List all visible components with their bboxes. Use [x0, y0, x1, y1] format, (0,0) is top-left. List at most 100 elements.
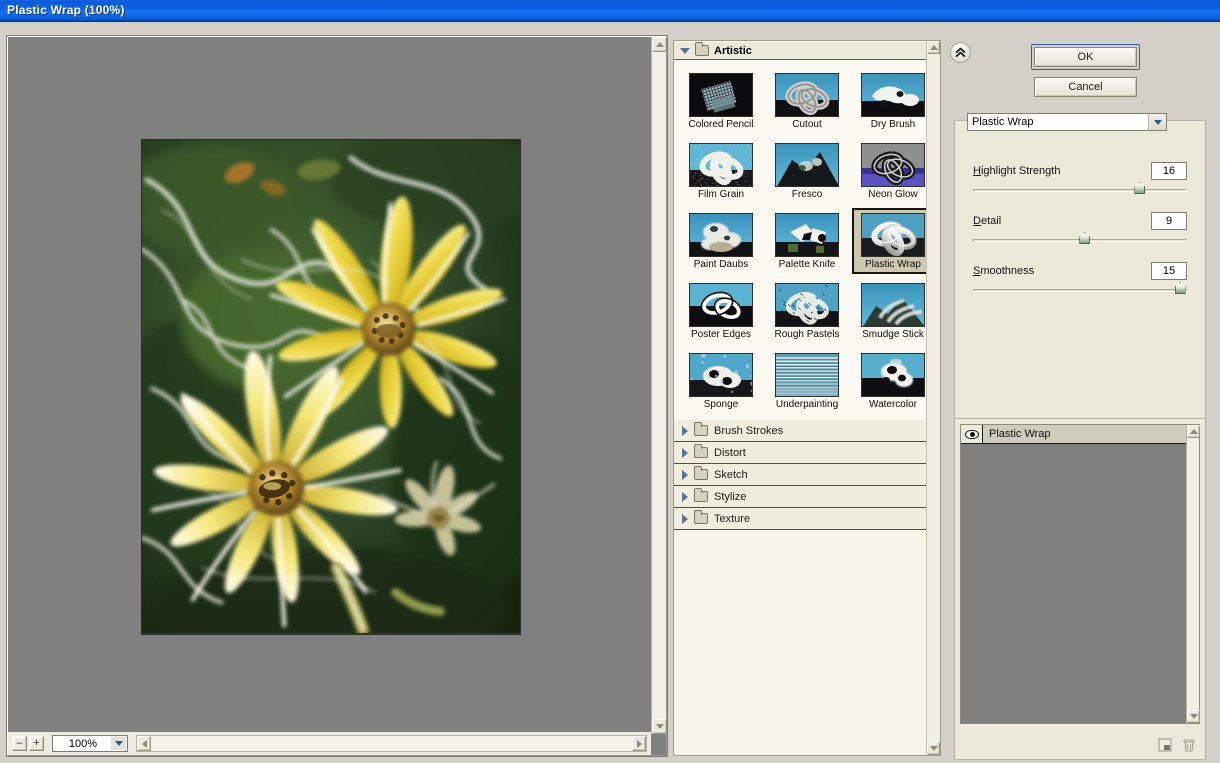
thumb-plastic-wrap-icon	[861, 213, 925, 257]
category-row-sketch[interactable]: Sketch	[674, 464, 926, 486]
zoom-in-button[interactable]: +	[29, 736, 44, 751]
category-row-distort[interactable]: Distort	[674, 442, 926, 464]
filter-thumbnail-colored-pencil[interactable]: Colored Pencil	[680, 68, 762, 134]
filter-thumbnail-paint-daubs[interactable]: Paint Daubs	[680, 208, 762, 274]
thumb-palette-knife-icon	[775, 213, 839, 257]
delete-effect-layer-button[interactable]	[1181, 737, 1197, 753]
filter-thumbnail-label: Palette Knife	[779, 259, 836, 270]
filter-settings-controls: Highlight Strength 16 Detail 9 Smoothness 15	[955, 147, 1205, 439]
zoom-level-combobox[interactable]: 100%	[52, 735, 128, 752]
thumb-watercolor-icon	[861, 353, 925, 397]
filter-thumbnail-sponge[interactable]: Sponge	[680, 348, 762, 414]
gallery-vertical-scrollbar[interactable]	[926, 41, 940, 755]
preview-scroll-down-button[interactable]	[652, 719, 667, 734]
triangle-right-icon	[682, 448, 688, 458]
preview-vertical-scrollbar[interactable]	[651, 37, 666, 734]
filter-thumbnail-film-grain[interactable]: Film Grain	[680, 138, 762, 204]
zoom-dropdown-button[interactable]	[111, 737, 126, 750]
filter-thumbnail-plastic-wrap[interactable]: Plastic Wrap	[852, 208, 926, 274]
triangle-right-icon	[682, 426, 688, 436]
filter-selector-value: Plastic Wrap	[968, 116, 1148, 128]
preview-scroll-left-button[interactable]	[137, 736, 151, 751]
control-label-detail: Detail	[973, 215, 1001, 227]
arrow-down-icon	[656, 724, 664, 729]
layer-visibility-toggle[interactable]	[961, 425, 983, 443]
slider-knob-smoothness[interactable]	[1175, 282, 1186, 294]
cancel-button[interactable]: Cancel	[1034, 77, 1137, 97]
category-row-texture[interactable]: Texture	[674, 508, 926, 530]
chevron-down-icon	[1154, 120, 1162, 125]
category-row-stylize[interactable]: Stylize	[674, 486, 926, 508]
category-label: Texture	[714, 513, 750, 525]
filter-selector-combobox[interactable]: Plastic Wrap	[967, 113, 1167, 131]
folder-icon	[694, 447, 708, 458]
thumb-film-grain-icon	[689, 143, 753, 187]
category-row-brush-strokes[interactable]: Brush Strokes	[674, 420, 926, 442]
filter-thumbnail-rough-pastels[interactable]: Rough Pastels	[766, 278, 848, 344]
gallery-scroll-up-button[interactable]	[927, 41, 940, 54]
control-value-highlight-strength[interactable]: 16	[1151, 162, 1187, 180]
zoom-out-button[interactable]: –	[12, 736, 27, 751]
filter-thumbnail-fresco[interactable]: Fresco	[766, 138, 848, 204]
new-effect-layer-button[interactable]	[1157, 737, 1173, 753]
filter-settings-panel: Highlight Strength 16 Detail 9 Smoothness 15	[954, 120, 1206, 440]
effect-layer-row[interactable]: Plastic Wrap	[961, 425, 1199, 444]
layers-vertical-scrollbar[interactable]	[1186, 425, 1199, 723]
layers-scroll-down-button[interactable]	[1187, 710, 1200, 723]
filter-thumbnail-label: Cutout	[792, 119, 821, 130]
filter-thumbnail-label: Underpainting	[776, 399, 838, 410]
filter-thumbnail-grid: Colored Pencil Cutout Dry Brush Film Grain F…	[674, 60, 926, 420]
category-header-artistic[interactable]: Artistic	[674, 41, 926, 60]
category-label: Sketch	[714, 469, 748, 481]
collapse-panel-button[interactable]	[950, 42, 971, 63]
thumb-colored-pencil-icon	[689, 73, 753, 117]
filter-thumbnail-watercolor[interactable]: Watercolor	[852, 348, 926, 414]
preview-canvas[interactable]	[8, 37, 651, 734]
control-value-smoothness[interactable]: 15	[1151, 262, 1187, 280]
double-chevron-up-icon	[955, 47, 966, 58]
cancel-button-wrap: Cancel	[1031, 74, 1140, 100]
control-highlight-strength: Highlight Strength 16	[973, 161, 1187, 192]
ok-button[interactable]: OK	[1034, 47, 1137, 67]
filter-gallery-panel: Artistic Colored Pencil Cutout Dry Brush Fi…	[673, 40, 941, 756]
filter-gallery-content: Artistic Colored Pencil Cutout Dry Brush Fi…	[674, 41, 926, 755]
filter-thumbnail-neon-glow[interactable]: Neon Glow	[852, 138, 926, 204]
preview-scroll-up-button[interactable]	[652, 37, 667, 52]
triangle-right-icon	[682, 492, 688, 502]
filter-thumbnail-label: Colored Pencil	[688, 119, 753, 130]
control-header: Smoothness 15	[973, 261, 1187, 280]
thumb-fresco-icon	[775, 143, 839, 187]
thumb-neon-glow-icon	[861, 143, 925, 187]
effect-layers-panel: Plastic Wrap	[954, 418, 1206, 760]
filter-thumbnail-cutout[interactable]: Cutout	[766, 68, 848, 134]
thumb-underpainting-icon	[775, 353, 839, 397]
filter-gallery-window: Plastic Wrap (100%) – + 100% Artistic Co…	[0, 0, 1220, 763]
control-label-highlight-strength: Highlight Strength	[973, 165, 1060, 177]
preview-horizontal-scrollbar[interactable]	[136, 735, 647, 752]
filter-thumbnail-label: Paint Daubs	[694, 259, 748, 270]
filter-thumbnail-underpainting[interactable]: Underpainting	[766, 348, 848, 414]
slider-track-detail[interactable]	[973, 239, 1187, 242]
thumb-cutout-icon	[775, 73, 839, 117]
filter-thumbnail-dry-brush[interactable]: Dry Brush	[852, 68, 926, 134]
preview-scroll-right-button[interactable]	[632, 736, 646, 751]
control-header: Highlight Strength 16	[973, 161, 1187, 180]
category-label: Brush Strokes	[714, 425, 783, 437]
control-header: Detail 9	[973, 211, 1187, 230]
thumb-dry-brush-icon	[861, 73, 925, 117]
filter-thumbnail-palette-knife[interactable]: Palette Knife	[766, 208, 848, 274]
slider-track-smoothness[interactable]	[973, 289, 1187, 292]
layers-scroll-up-button[interactable]	[1187, 425, 1200, 438]
slider-knob-detail[interactable]	[1079, 232, 1090, 244]
filter-thumbnail-smudge-stick[interactable]: Smudge Stick	[852, 278, 926, 344]
slider-knob-highlight-strength[interactable]	[1134, 182, 1145, 194]
preview-pane: – + 100%	[7, 36, 667, 756]
category-label: Stylize	[714, 491, 746, 503]
gallery-scroll-down-button[interactable]	[927, 742, 940, 755]
slider-track-highlight-strength[interactable]	[973, 189, 1187, 192]
filter-selector-dropdown-button[interactable]	[1148, 114, 1166, 130]
triangle-right-icon	[682, 470, 688, 480]
filter-thumbnail-label: Poster Edges	[691, 329, 751, 340]
control-value-detail[interactable]: 9	[1151, 212, 1187, 230]
filter-thumbnail-poster-edges[interactable]: Poster Edges	[680, 278, 762, 344]
